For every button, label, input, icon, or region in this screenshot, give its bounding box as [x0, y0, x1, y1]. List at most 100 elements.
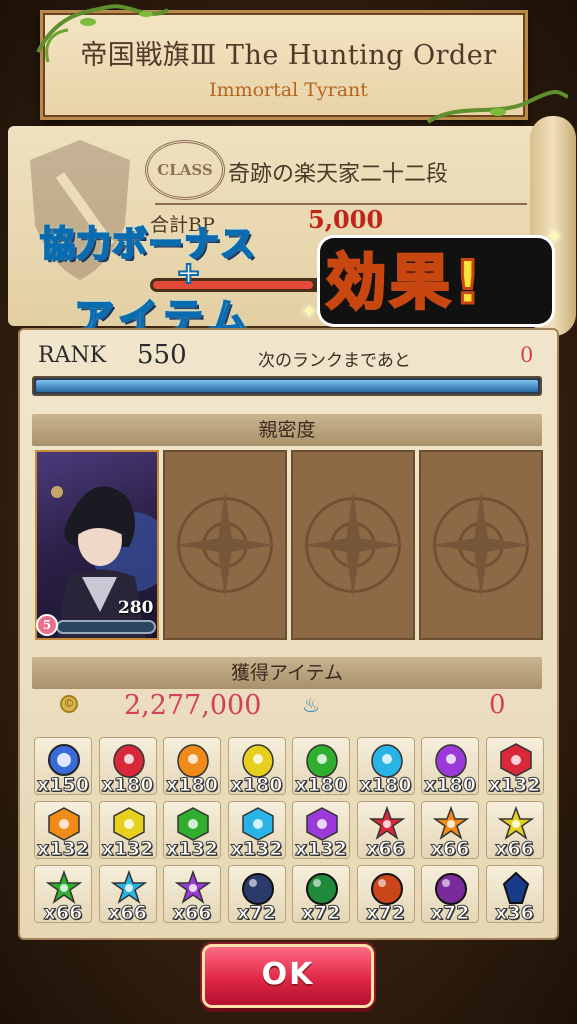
reward-item[interactable]: x180 [163, 737, 221, 797]
reward-item[interactable]: x132 [34, 801, 92, 861]
rank-next-label: 次のランクまであと [258, 351, 411, 371]
compass-emblem-icon [421, 453, 541, 637]
reward-item-qty: x66 [430, 838, 470, 861]
egg-gem-icon [435, 744, 467, 778]
coin-icon: © [60, 695, 78, 713]
class-name: 奇跡の楽天家二十二段 [228, 162, 449, 187]
sphere-gem-icon [435, 873, 467, 905]
reward-item[interactable]: x36 [485, 865, 544, 925]
egg-gem-icon [241, 744, 274, 778]
hex-gem-icon [48, 807, 80, 841]
reward-item-qty: x132 [295, 838, 348, 861]
reward-item-qty: x72 [366, 902, 406, 925]
hex-gem-icon [241, 807, 274, 841]
egg-gem-icon [306, 744, 338, 778]
reward-item-qty: x66 [43, 902, 83, 925]
reward-item-qty: x180 [166, 774, 219, 797]
rank-next-value: 0 [520, 343, 534, 367]
reward-item-qty: x180 [295, 774, 348, 797]
empty-card-slot [291, 450, 415, 640]
reward-item-qty: x180 [424, 774, 477, 797]
sphere-gem-icon [370, 873, 403, 905]
empty-card-slot [419, 450, 543, 640]
reward-item[interactable]: x132 [163, 801, 221, 861]
reward-item[interactable]: x132 [227, 801, 286, 861]
banner-title: 帝国戦旗Ⅲ The Hunting Order [80, 40, 497, 71]
reward-item-qty: x180 [101, 774, 154, 797]
hex-gem-icon [499, 743, 532, 777]
star-gem-icon [110, 870, 147, 904]
reward-item-qty: x132 [101, 838, 154, 861]
reward-item-qty: x132 [37, 838, 90, 861]
promo-effect-text: 効果! [324, 247, 486, 320]
reward-item[interactable]: x66 [34, 865, 92, 925]
reward-item[interactable]: x66 [356, 801, 415, 861]
reward-item-qty: x66 [172, 902, 212, 925]
egg-gem-icon [370, 744, 403, 778]
reward-item[interactable]: x132 [485, 737, 544, 797]
reward-item-qty: x72 [237, 902, 277, 925]
reward-item-qty: x66 [495, 838, 535, 861]
star-gem-icon [46, 870, 82, 904]
reward-item-qty: x180 [359, 774, 412, 797]
reward-item-qty: x180 [230, 774, 283, 797]
reward-item[interactable]: x72 [292, 865, 350, 925]
reward-item[interactable]: x180 [227, 737, 286, 797]
sphere-gem-icon [241, 873, 274, 905]
banner-subtitle: Immortal Tyrant [209, 79, 368, 101]
reward-item-qty: x66 [108, 902, 148, 925]
reward-item[interactable]: x72 [356, 865, 415, 925]
hex-gem-icon [177, 807, 209, 841]
star-gem-icon [368, 806, 405, 840]
soul-flame-icon: ♨ [302, 693, 320, 717]
reward-item[interactable]: x150 [34, 737, 92, 797]
heart-level-icon: 5 [36, 614, 58, 636]
reward-item[interactable]: x72 [421, 865, 479, 925]
orb-gem-icon [48, 744, 80, 776]
promo-bonus-text: 協力ボーナス [39, 224, 257, 266]
reward-item-qty: x132 [230, 838, 283, 861]
star-gem-icon [433, 806, 469, 840]
axe-gem-icon [502, 871, 529, 904]
reward-item-qty: x150 [37, 774, 90, 797]
reward-item[interactable]: x132 [98, 801, 157, 861]
reward-item[interactable]: x66 [421, 801, 479, 861]
coin-value: 2,277,000 [124, 690, 262, 721]
reward-item[interactable]: x66 [485, 801, 544, 861]
soul-value: 0 [489, 690, 506, 720]
compass-emblem-icon [165, 453, 285, 637]
rank-label: RANK [38, 343, 107, 368]
reward-item[interactable]: x72 [227, 865, 286, 925]
reward-item[interactable]: x132 [292, 801, 350, 861]
egg-gem-icon [177, 744, 209, 778]
reward-item[interactable]: x180 [421, 737, 479, 797]
egg-gem-icon [112, 744, 145, 778]
intimacy-header: 親密度 [32, 414, 542, 446]
compass-emblem-icon [293, 453, 413, 637]
reward-item[interactable]: x66 [98, 865, 157, 925]
sparkle-icon: ✦ [300, 300, 319, 325]
character-intimacy-bar [56, 620, 156, 634]
hex-gem-icon [112, 807, 145, 841]
empty-card-slot [163, 450, 287, 640]
reward-item-qty: x132 [166, 838, 219, 861]
reward-item-qty: x132 [488, 774, 541, 797]
rank-progress-fill [36, 380, 538, 392]
reward-item-qty: x66 [366, 838, 406, 861]
bp-value: 5,000 [308, 205, 384, 234]
class-badge: CLASS [145, 140, 225, 200]
reward-item-qty: x36 [495, 902, 535, 925]
rewards-header: 獲得アイテム [32, 657, 542, 689]
star-gem-icon [175, 870, 211, 904]
sparkle-icon: ✦ [545, 225, 564, 250]
reward-item-qty: x72 [301, 902, 341, 925]
reward-item[interactable]: x180 [292, 737, 350, 797]
reward-item[interactable]: x180 [356, 737, 415, 797]
star-gem-icon [497, 806, 534, 840]
reward-item[interactable]: x180 [98, 737, 157, 797]
rank-value: 550 [137, 340, 187, 370]
sphere-gem-icon [306, 873, 338, 905]
reward-item[interactable]: x66 [163, 865, 221, 925]
ok-button[interactable]: OK [202, 944, 374, 1008]
reward-item-qty: x72 [430, 902, 470, 925]
